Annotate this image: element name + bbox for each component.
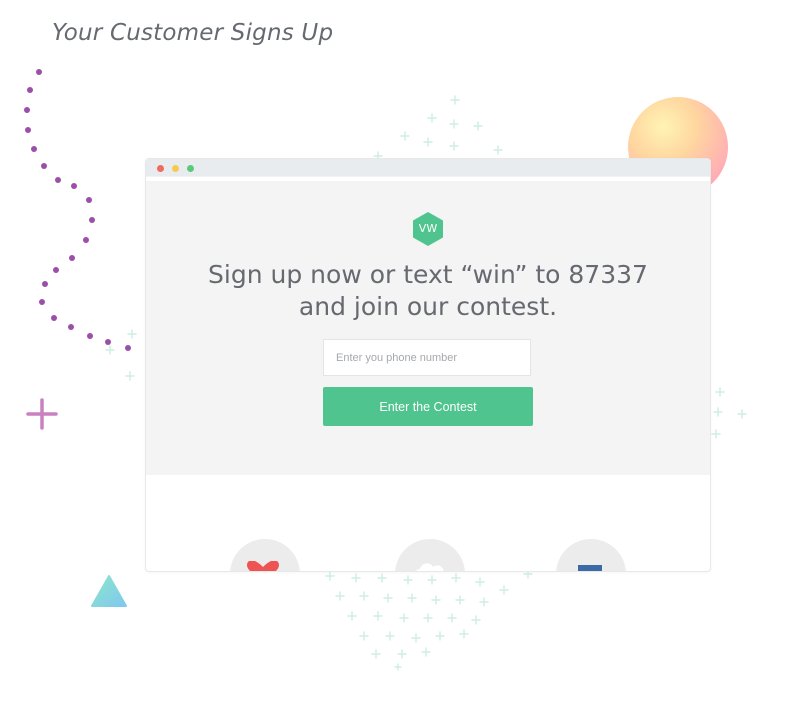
- triangle-icon: [91, 575, 127, 607]
- enter-contest-button[interactable]: Enter the Contest: [323, 387, 533, 426]
- signup-headline: Sign up now or text “win” to 87337 and j…: [208, 260, 648, 321]
- brand-logo-text: VW: [418, 222, 438, 235]
- heart-icon: [247, 561, 279, 571]
- minimize-dot[interactable]: [172, 165, 179, 172]
- browser-window: VW Sign up now or text “win” to 87337 an…: [145, 158, 711, 572]
- facebook-icon: [578, 565, 602, 571]
- cloud-icon: [416, 563, 444, 571]
- hero-section: VW Sign up now or text “win” to 87337 an…: [146, 181, 710, 475]
- browser-titlebar: [146, 159, 710, 177]
- maximize-dot[interactable]: [187, 165, 194, 172]
- close-dot[interactable]: [157, 165, 164, 172]
- phone-number-input[interactable]: [323, 339, 531, 376]
- plus-icon: [26, 398, 58, 430]
